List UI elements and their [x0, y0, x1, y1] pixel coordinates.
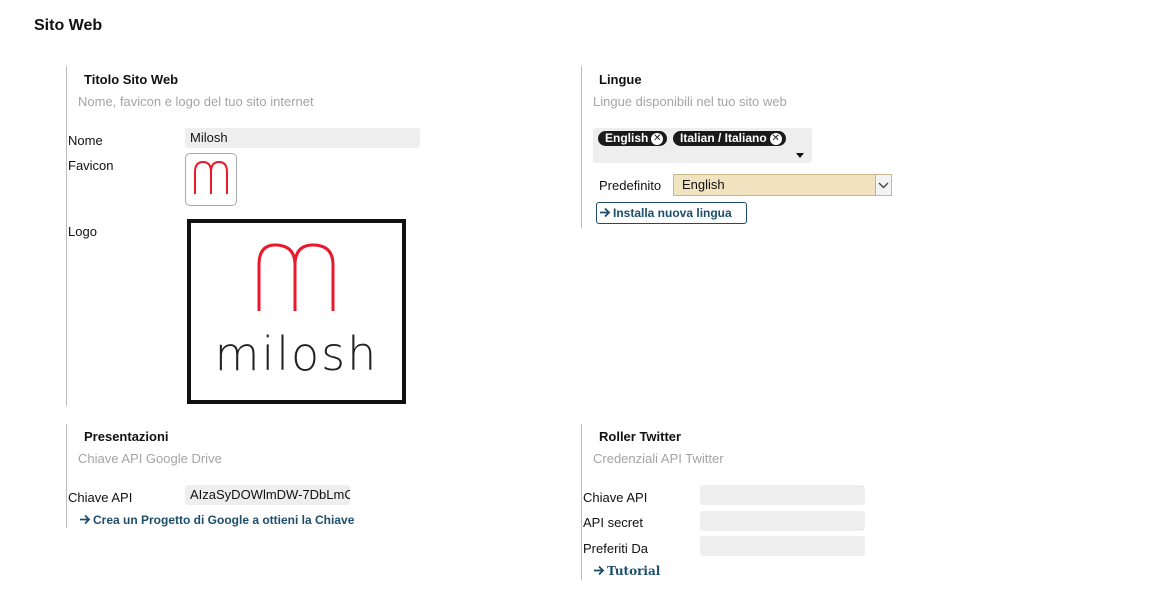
favicon-image[interactable] — [185, 153, 237, 206]
remove-tag-icon[interactable]: ✕ — [651, 132, 664, 145]
titolo-panel — [66, 66, 67, 406]
page-title: Sito Web — [34, 17, 103, 34]
gdrive-api-key-label: Chiave API — [68, 490, 133, 505]
name-label: Nome — [68, 133, 103, 148]
remove-tag-icon[interactable]: ✕ — [769, 132, 782, 145]
twitter-title: Roller Twitter — [599, 429, 682, 444]
twitter-api-secret-label: API secret — [583, 515, 643, 530]
twitter-favorites-label: Preferiti Da — [583, 541, 649, 556]
lingue-subtitle: Lingue disponibili nel tuo sito web — [593, 94, 787, 109]
twitter-api-key-label: Chiave API — [583, 490, 648, 505]
select-chevron-icon[interactable] — [875, 175, 891, 195]
name-input[interactable]: Milosh — [185, 128, 420, 148]
google-project-link[interactable]: Crea un Progetto di Google a ottieni la … — [79, 513, 354, 527]
arrow-right-icon — [600, 207, 611, 218]
arrow-right-icon — [80, 514, 91, 525]
twitter-subtitle: Credenziali API Twitter — [593, 451, 724, 466]
logo-wordmark: milosh — [214, 327, 379, 381]
presentazioni-panel — [66, 424, 67, 528]
language-tag-english[interactable]: English ✕ — [598, 131, 668, 146]
twitter-api-key-input[interactable] — [700, 485, 865, 505]
titolo-title: Titolo Sito Web — [84, 72, 179, 87]
arrow-right-icon — [594, 565, 605, 576]
languages-multiselect[interactable]: English ✕ Italian / Italiano ✕ — [593, 128, 812, 163]
gdrive-api-key-input[interactable]: AIzaSyDOWlmDW-7DbLmC — [185, 485, 350, 505]
presentazioni-title: Presentazioni — [84, 429, 169, 444]
favicon-label: Favicon — [68, 158, 114, 173]
titolo-subtitle: Nome, favicon e logo del tuo sito intern… — [78, 94, 314, 109]
default-language-label: Predefinito — [599, 178, 662, 193]
install-language-button[interactable]: Installa nuova lingua — [596, 202, 747, 224]
twitter-panel — [581, 424, 582, 580]
logo-image[interactable]: milosh — [187, 219, 406, 404]
lingue-title: Lingue — [599, 72, 642, 87]
twitter-favorites-input[interactable] — [700, 536, 865, 556]
dropdown-caret-icon[interactable] — [796, 153, 804, 158]
language-tag-italian[interactable]: Italian / Italiano ✕ — [673, 131, 786, 146]
presentazioni-subtitle: Chiave API Google Drive — [78, 451, 222, 466]
twitter-api-secret-input[interactable] — [700, 511, 865, 531]
favicon-m-icon — [194, 160, 228, 194]
logo-label: Logo — [68, 224, 97, 239]
default-language-select[interactable]: English — [673, 174, 892, 196]
tutorial-link[interactable]: Tutorial — [593, 564, 660, 578]
lingue-panel — [581, 66, 582, 228]
